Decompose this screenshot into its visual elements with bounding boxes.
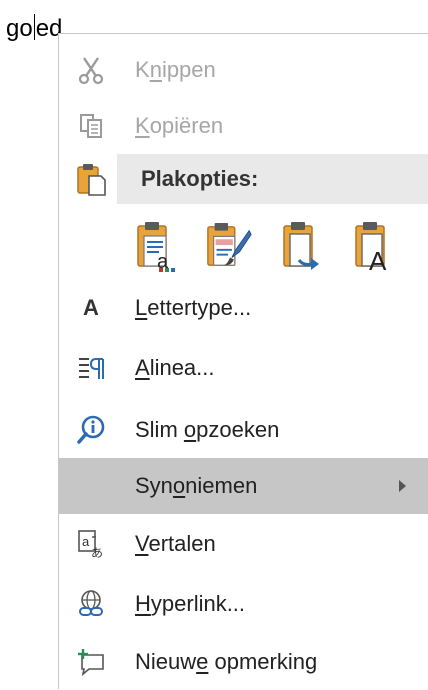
menu-item-paragraph[interactable]: Alinea... [59, 340, 428, 396]
menu-item-label: Vertalen [135, 531, 216, 556]
keep-text-only-badge: A [369, 246, 387, 272]
translate-icon: a あ [63, 516, 119, 572]
paste-options-buttons: a A [133, 212, 428, 272]
picture-paste-icon[interactable] [279, 212, 327, 272]
paste-options-label: Plakopties: [141, 166, 259, 191]
merge-formatting-icon[interactable] [205, 212, 253, 272]
paragraph-icon [63, 340, 119, 396]
svg-text:あ: あ [91, 546, 103, 559]
access-key: A [135, 355, 150, 380]
font-icon-glyph: A [83, 295, 99, 320]
new-comment-icon [63, 634, 119, 690]
menu-item-copy[interactable]: Kopiëren [59, 98, 428, 154]
svg-text:a: a [82, 534, 90, 549]
menu-item-label: Nieuwe opmerking [135, 649, 318, 674]
menu-item-label: Alinea... [135, 355, 215, 380]
access-key: L [135, 295, 148, 320]
context-menu: Knippen Kopiëren Plakopties: a A A Lette… [58, 33, 428, 689]
menu-item-smart-lookup[interactable]: Slim opzoeken [59, 402, 428, 458]
copy-icon [63, 98, 119, 154]
font-icon: A [63, 280, 119, 336]
menu-item-translate[interactable]: a あ Vertalen [59, 516, 428, 572]
hyperlink-icon [63, 576, 119, 632]
menu-item-label: Lettertype... [135, 295, 252, 320]
menu-item-font[interactable]: A Lettertype... [59, 280, 428, 336]
menu-item-label: Hyperlink... [135, 591, 246, 616]
access-key: o [172, 473, 186, 498]
menu-item-synonyms[interactable]: Synoniemen [59, 458, 428, 514]
menu-item-label: Kopiëren [135, 113, 224, 138]
keep-source-formatting-icon[interactable]: a [133, 212, 181, 272]
menu-item-label: Knippen [135, 57, 216, 82]
scissors-icon [63, 42, 119, 98]
submenu-arrow-icon [399, 480, 406, 492]
document-text[interactable]: go ed [6, 12, 62, 46]
menu-item-label: Slim opzoeken [135, 417, 280, 442]
access-key: K [135, 113, 150, 138]
text-cursor [33, 14, 35, 40]
keep-text-only-icon[interactable]: A [351, 212, 399, 272]
menu-item-label: Synoniemen [135, 473, 258, 498]
access-key: H [135, 591, 151, 616]
menu-item-new-comment[interactable]: Nieuwe opmerking [59, 634, 428, 690]
paste-icon [63, 154, 119, 204]
access-key: V [135, 531, 149, 556]
menu-item-hyperlink[interactable]: Hyperlink... [59, 576, 428, 632]
access-key: n [149, 57, 162, 82]
paste-options-header: Plakopties: [117, 154, 428, 204]
document-text-before: go [6, 15, 33, 42]
smart-lookup-icon [63, 402, 119, 458]
menu-item-cut[interactable]: Knippen [59, 42, 428, 98]
access-key: o [183, 417, 197, 442]
access-key: e [196, 649, 209, 674]
